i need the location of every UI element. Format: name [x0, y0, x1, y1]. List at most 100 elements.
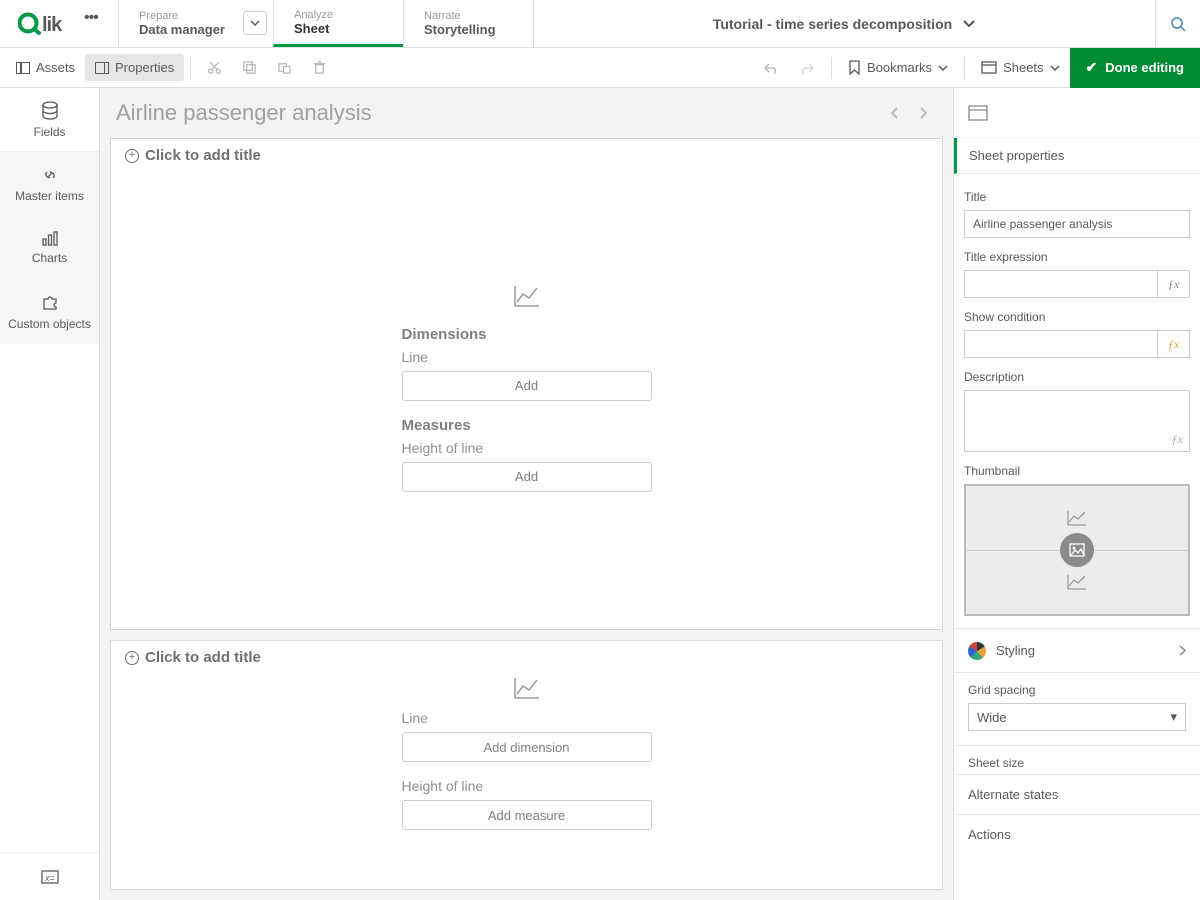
rail-custom-objects[interactable]: Custom objects	[0, 280, 99, 344]
nav-analyze[interactable]: Analyze Sheet	[273, 0, 403, 47]
next-sheet-button[interactable]	[909, 99, 937, 127]
nav-name-label: Sheet	[294, 21, 383, 36]
bookmarks-button[interactable]: Bookmarks	[838, 60, 958, 75]
card-title-placeholder: Click to add title	[145, 649, 261, 666]
show-condition-label: Show condition	[964, 310, 1190, 324]
svg-text:lik: lik	[42, 14, 63, 36]
actions-row[interactable]: Actions	[954, 814, 1200, 854]
grid-spacing-select[interactable]: Wide ▾	[968, 703, 1186, 731]
show-condition-input[interactable]	[964, 330, 1158, 358]
asset-rail: Fields Master items Charts Custom object…	[0, 88, 100, 900]
thumbnail-box[interactable]	[964, 484, 1190, 616]
title-expression-input[interactable]	[964, 270, 1158, 298]
palette-icon	[968, 642, 986, 660]
thumbnail-change-button[interactable]	[1060, 533, 1094, 567]
card-title-placeholder: Click to add title	[145, 147, 261, 164]
link-icon	[40, 165, 60, 185]
properties-toggle[interactable]: Properties	[85, 54, 184, 81]
toolbar-separator	[964, 57, 965, 79]
drop-section: Dimensions Line Add Measures Height of l…	[402, 326, 652, 508]
description-input[interactable]: ƒx	[964, 390, 1190, 452]
card-body: Line Add dimension Height of line Add me…	[125, 672, 928, 881]
panel-object-icon-row	[954, 88, 1200, 138]
app-menu-icon[interactable]: •••	[84, 9, 98, 27]
undo-button[interactable]	[753, 55, 789, 81]
grid-spacing-block: Grid spacing Wide ▾	[954, 672, 1200, 745]
app-title: Tutorial - time series decomposition	[713, 16, 952, 32]
add-measure-button[interactable]: Add measure	[402, 800, 652, 830]
line-chart-icon	[513, 676, 541, 700]
sheet-title: Airline passenger analysis	[116, 100, 881, 126]
global-search-button[interactable]	[1155, 0, 1200, 47]
add-dimension-button[interactable]: Add	[402, 371, 652, 401]
line-chart-icon	[1066, 573, 1088, 591]
title-label: Title	[964, 190, 1190, 204]
copy-button[interactable]	[232, 54, 267, 81]
assets-label: Assets	[36, 60, 75, 75]
nav-phase-label: Narrate	[424, 10, 513, 22]
chart-card-1[interactable]: + Click to add title Dimensions Line Add…	[110, 138, 943, 630]
alternate-states-row[interactable]: Alternate states	[954, 774, 1200, 814]
nav-name-label: Data manager	[139, 22, 253, 37]
caret-down-icon: ▾	[1170, 709, 1177, 725]
rail-variables[interactable]: x=	[0, 852, 99, 900]
app-title-caret-icon[interactable]	[962, 20, 976, 28]
cut-button[interactable]	[197, 54, 232, 81]
measure-label: Height of line	[402, 778, 652, 794]
sheet-size-block: Sheet size	[954, 745, 1200, 774]
dimensions-heading: Dimensions	[402, 326, 652, 343]
rail-label: Fields	[33, 125, 65, 139]
paste-button[interactable]	[267, 54, 302, 81]
title-expression-label: Title expression	[964, 250, 1190, 264]
fx-button[interactable]: ƒx	[1158, 270, 1190, 298]
chevron-down-icon	[1050, 65, 1060, 71]
add-measure-button[interactable]: Add	[402, 462, 652, 492]
description-label: Description	[964, 370, 1190, 384]
card-title-row[interactable]: + Click to add title	[125, 147, 928, 164]
card-title-row[interactable]: + Click to add title	[125, 649, 928, 666]
add-label: Add dimension	[484, 740, 570, 755]
title-input[interactable]	[964, 210, 1190, 238]
assets-toggle[interactable]: Assets	[6, 54, 85, 81]
prev-sheet-button[interactable]	[881, 99, 909, 127]
line-chart-icon	[513, 284, 541, 308]
nav-narrate[interactable]: Narrate Storytelling	[403, 0, 533, 47]
line-chart-icon	[1066, 509, 1088, 527]
grid-spacing-value: Wide	[977, 710, 1007, 725]
add-dimension-button[interactable]: Add dimension	[402, 732, 652, 762]
sheet-header: Airline passenger analysis	[100, 88, 953, 138]
measure-label: Height of line	[402, 440, 652, 456]
check-icon: ✔	[1086, 59, 1098, 76]
search-icon	[1170, 16, 1186, 32]
nav-prepare[interactable]: Prepare Data manager	[118, 0, 273, 47]
edit-toolbar: Assets Properties Bookmarks Sheets ✔ Don…	[0, 48, 1200, 88]
nav-prepare-caret[interactable]	[243, 11, 267, 35]
sheet-size-label: Sheet size	[968, 756, 1186, 770]
fx-icon[interactable]: ƒx	[1172, 432, 1183, 447]
chart-card-2[interactable]: + Click to add title Line Add dimension …	[110, 640, 943, 890]
rail-label: Master items	[15, 189, 84, 203]
styling-accordion[interactable]: Styling	[954, 628, 1200, 672]
fx-button[interactable]: ƒx	[1158, 330, 1190, 358]
add-label: Add measure	[488, 808, 565, 823]
delete-button[interactable]	[302, 54, 337, 81]
add-label: Add	[515, 378, 538, 393]
canvas: Airline passenger analysis + Click to ad…	[100, 88, 953, 900]
panel-section-header: Sheet properties	[954, 138, 1200, 174]
rail-fields[interactable]: Fields	[0, 88, 99, 152]
rail-master-items[interactable]: Master items	[0, 152, 99, 216]
sheet-object-icon	[968, 105, 988, 121]
dimension-label: Line	[402, 349, 652, 365]
panel-left-icon	[16, 62, 30, 74]
rail-charts[interactable]: Charts	[0, 216, 99, 280]
rail-label: Custom objects	[8, 317, 91, 331]
chevron-right-icon	[1179, 645, 1186, 656]
panel-body: Title Title expression ƒx Show condition…	[954, 174, 1200, 900]
done-editing-button[interactable]: ✔ Done editing	[1070, 48, 1200, 88]
plus-circle-icon: +	[125, 149, 139, 163]
chart-icon	[40, 231, 60, 247]
redo-button[interactable]	[789, 55, 825, 81]
styling-label: Styling	[996, 643, 1035, 658]
properties-panel: Sheet properties Title Title expression …	[953, 88, 1200, 900]
sheets-button[interactable]: Sheets	[971, 60, 1069, 75]
